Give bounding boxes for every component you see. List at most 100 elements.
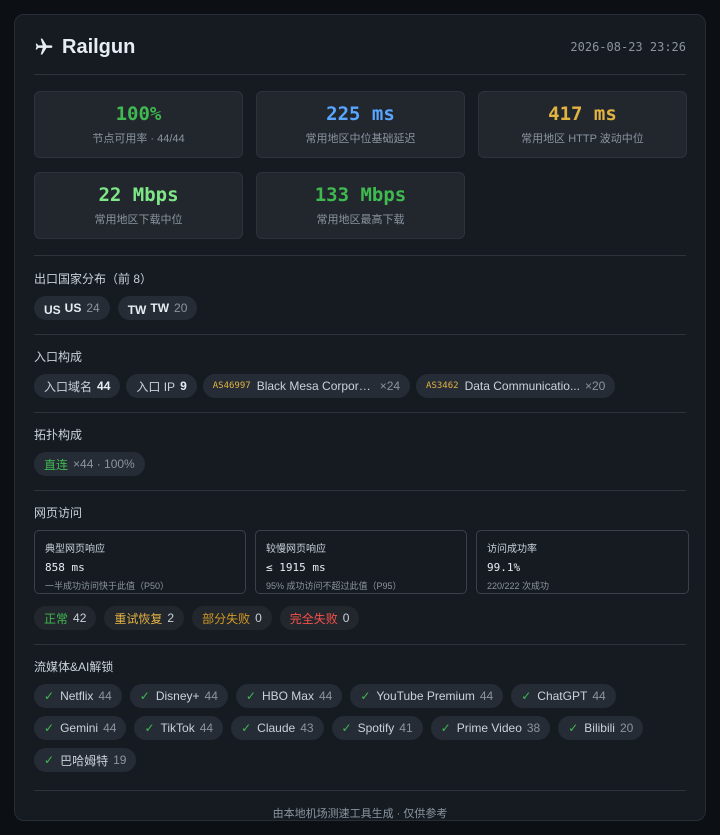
web-label: 较慢网页响应 [266,544,326,555]
entry-domain-label: 入口域名 [44,379,93,394]
media-name: Gemini [60,721,99,735]
media-hbo-max[interactable]: ✓ HBO Max 44 [235,684,343,708]
timestamp: 2026-08-23 23:26 [570,40,686,54]
country-code: US [64,301,82,315]
media-count: 43 [300,721,314,735]
media-bahamut[interactable]: ✓ 巴哈姆特 19 [34,748,137,772]
report-card: Railgun 2026-08-23 23:26 100% 节点可用率 · 44… [14,14,706,821]
media-name: Prime Video [456,721,522,735]
section-title: 流媒体&AI解锁 [34,660,114,674]
check-icon: ✓ [521,689,532,703]
stat-label: 常用地区 HTTP 波动中位 [521,133,644,145]
topology-direct-pill[interactable]: 直连 ×44 · 100% [34,452,145,476]
topology-detail: ×44 · 100% [73,457,135,471]
media-count: 44 [103,721,117,735]
web-p95-box: 较慢网页响应 ≤ 1915 ms 95% 成功访问不超过此值（P95） [255,530,467,594]
status-count: 2 [167,611,175,625]
country-count: 20 [174,301,188,315]
check-icon: ✓ [44,721,55,735]
check-icon: ✓ [440,721,451,735]
stat-label: 节点可用率 · 44/44 [92,133,185,145]
topology-label: 直连 [44,457,69,472]
media-count: 44 [479,689,494,703]
check-icon: ✓ [44,753,55,767]
media-name: Netflix [60,689,94,703]
media-list: ✓ Netflix 44 ✓ Disney+ 44 ✓ HBO Max 44 ✓ YouTub… [34,684,686,772]
media-count: 44 [199,721,214,735]
stat-value: 133 Mbps [314,184,407,206]
media-name: TikTok [160,721,195,735]
check-icon: ✓ [245,689,256,703]
check-icon: ✓ [139,689,150,703]
media-tiktok[interactable]: ✓ TikTok 44 [134,716,224,740]
media-count: 38 [526,721,541,735]
media-count: 44 [98,689,112,703]
country-code: TW [150,301,170,315]
exit-country-tw[interactable]: TW TW 20 [117,296,198,320]
asn-pill[interactable]: AS46997 Black Mesa Corporat... ×24 [202,374,411,398]
entry-section: 入口构成 入口域名 44 入口 IP 9 AS46997 Black Mesa … [34,348,686,398]
status-normal[interactable]: 正常 42 [34,606,97,630]
web-value: 858 ms [45,561,85,574]
media-name: Bilibili [584,721,615,735]
media-gemini[interactable]: ✓ Gemini 44 [34,716,127,740]
asn-number: AS46997 [212,381,251,391]
divider [34,644,686,645]
media-count: 44 [592,689,606,703]
web-label: 典型网页响应 [45,544,105,555]
entry-ip-label: 入口 IP [136,379,176,394]
check-icon: ✓ [44,689,55,703]
media-section: 流媒体&AI解锁 ✓ Netflix 44 ✓ Disney+ 44 ✓ HBO Max 4… [34,658,686,772]
media-youtube-premium[interactable]: ✓ YouTube Premium 44 [350,684,504,708]
page-title: Railgun [34,36,135,59]
check-icon: ✓ [241,721,252,735]
divider [34,490,686,491]
check-icon: ✓ [341,721,352,735]
media-count: 44 [204,689,218,703]
status-count: 0 [255,611,262,625]
asn-name: Data Communicatio... [464,379,580,393]
exit-country-us[interactable]: US US 24 [34,296,110,320]
media-spotify[interactable]: ✓ Spotify 41 [331,716,423,740]
media-chatgpt[interactable]: ✓ ChatGPT 44 [511,684,616,708]
status-count: 0 [342,611,350,625]
media-count: 44 [318,689,333,703]
media-disney[interactable]: ✓ Disney+ 44 [129,684,228,708]
web-sub: 95% 成功访问不超过此值（P95） [266,581,402,591]
entry-domain-count: 44 [97,379,111,393]
section-title: 出口国家分布（前 8） [34,272,153,286]
country-count: 24 [86,301,100,315]
media-count: 41 [399,721,413,735]
web-p50-box: 典型网页响应 858 ms 一半成功访问快于此值（P50） [34,530,246,594]
stat-label: 常用地区最高下载 [316,214,405,226]
check-icon: ✓ [144,721,155,735]
header: Railgun 2026-08-23 23:26 [34,35,686,59]
media-prime-video[interactable]: ✓ Prime Video 38 [430,716,551,740]
entry-ip-pill[interactable]: 入口 IP 9 [126,374,197,398]
stat-download-max: 133 Mbps 常用地区最高下载 [256,172,465,239]
status-full-fail[interactable]: 完全失败 0 [279,606,360,630]
stat-value: 100% [115,103,162,125]
media-name: 巴哈姆特 [60,753,109,768]
media-netflix[interactable]: ✓ Netflix 44 [34,684,122,708]
media-name: HBO Max [261,689,314,703]
divider [34,412,686,413]
section-title: 拓扑构成 [34,428,83,442]
web-value: ≤ 1915 ms [266,561,326,574]
entry-ip-count: 9 [180,379,187,393]
exit-section: 出口国家分布（前 8） US US 24 TW TW 20 [34,270,686,320]
flag-us: US [44,303,61,317]
status-retry[interactable]: 重试恢复 2 [104,606,185,630]
status-partial-fail[interactable]: 部分失败 0 [192,606,272,630]
divider [34,74,686,75]
media-bilibili[interactable]: ✓ Bilibili 20 [558,716,644,740]
asn-pill[interactable]: AS3462 Data Communicatio... ×20 [416,374,616,398]
media-name: Disney+ [155,689,200,703]
web-sub: 220/222 次成功 [487,581,550,591]
media-name: YouTube Premium [376,689,475,703]
entry-domain-pill[interactable]: 入口域名 44 [34,374,121,398]
web-value: 99.1% [487,561,521,574]
stat-http-jitter: 417 ms 常用地区 HTTP 波动中位 [478,91,687,158]
media-claude[interactable]: ✓ Claude 43 [231,716,324,740]
stat-value: 417 ms [548,103,617,125]
